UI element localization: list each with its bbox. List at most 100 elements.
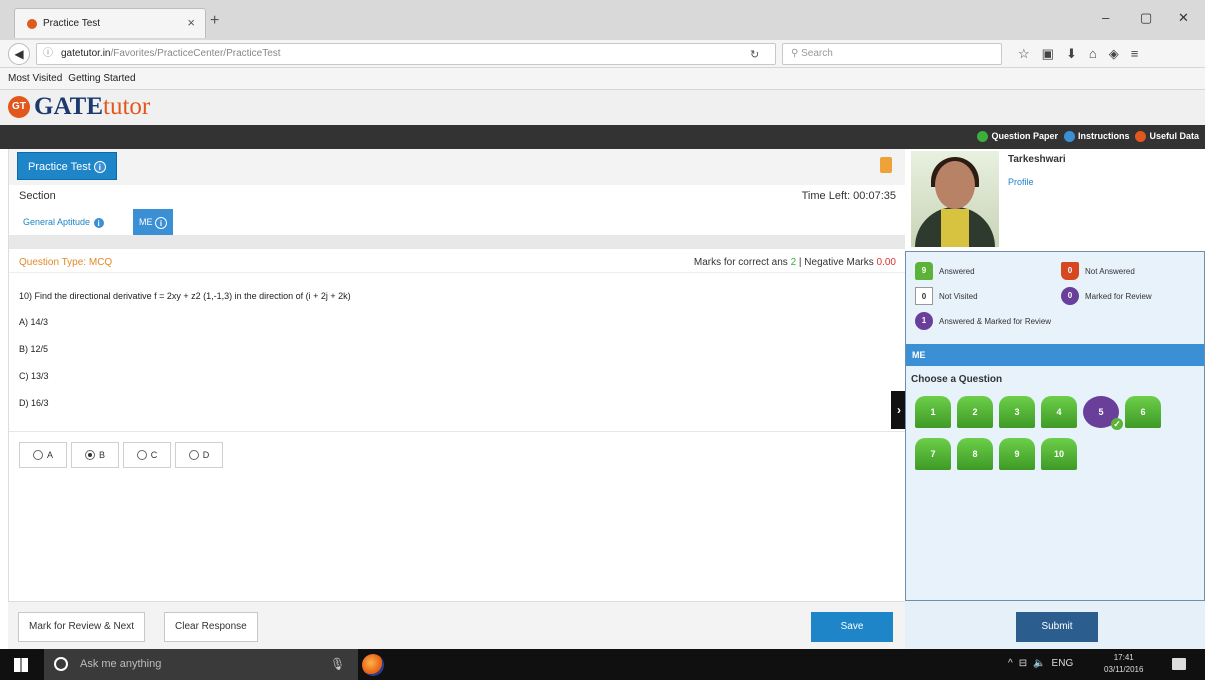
radio-a-icon (32, 450, 43, 460)
clock-time: 17:41 (1113, 653, 1134, 662)
submit-button[interactable]: Submit (1016, 612, 1098, 642)
bookmarks-bar: Most Visited Getting Started (0, 68, 1205, 90)
answered-check-icon: ✓ (1111, 418, 1123, 430)
question-button-6[interactable]: 6 (1125, 396, 1161, 428)
question-paper-link[interactable]: Question Paper (977, 131, 1058, 143)
radio-option-c[interactable]: C (123, 442, 171, 468)
profile-link[interactable]: Profile (1008, 177, 1034, 187)
submit-area: Submit (905, 601, 1205, 649)
avatar-face (935, 161, 975, 209)
taskbar-clock[interactable]: 17:41 03/11/2016 (1104, 652, 1143, 676)
microphone-icon[interactable]: 🎙 (330, 657, 345, 671)
close-window-button[interactable]: ✕ (1178, 10, 1189, 26)
top-links: Question Paper Instructions Useful Data (977, 131, 1199, 143)
url-path: /Favorites/PracticeCenter/PracticeTest (110, 48, 281, 59)
clear-response-button[interactable]: Clear Response (164, 612, 258, 642)
show-hidden-icons-icon[interactable]: ^ (1008, 658, 1013, 669)
me-info-icon[interactable]: i (155, 216, 168, 229)
download-icon[interactable]: ⬇ (1066, 46, 1077, 62)
firefox-taskbar-icon[interactable] (362, 654, 384, 676)
maximize-button[interactable]: ▢ (1140, 10, 1152, 26)
volume-icon[interactable]: 🔈 (1033, 658, 1045, 669)
browser-tab[interactable]: Practice Test × (14, 8, 206, 38)
time-left: Time Left: 00:07:35 (801, 190, 896, 202)
logo-badge: GT (8, 96, 30, 118)
practice-test-info-icon[interactable]: i (93, 161, 106, 174)
back-button[interactable]: ◀ (8, 43, 30, 65)
useful-data-label: Useful Data (1149, 131, 1199, 141)
section-row: Section Time Left: 00:07:35 (9, 185, 906, 209)
question-button-8[interactable]: 8 (957, 438, 993, 470)
getting-started-bookmark[interactable]: Getting Started (68, 73, 135, 84)
practice-test-label: Practice Test (28, 161, 91, 173)
bookmark-star-icon[interactable]: ☆ (1018, 46, 1030, 62)
menu-icon[interactable]: ≡ (1131, 46, 1139, 62)
question-button-4[interactable]: 4 (1041, 396, 1077, 428)
legend-answered-marked-count: 1 (915, 312, 933, 330)
section-divider (9, 235, 906, 249)
candidate-panel: Tarkeshwari Profile 9 Answered 0 Not Ans… (905, 149, 1205, 601)
pocket-icon[interactable]: ◈ (1109, 46, 1119, 62)
question-button-1[interactable]: 1 (915, 396, 951, 428)
reading-list-icon[interactable]: ▣ (1042, 46, 1054, 62)
radio-option-d[interactable]: D (175, 442, 223, 468)
marks-negative: 0.00 (876, 257, 896, 268)
choose-question-label: Choose a Question (911, 374, 1003, 385)
search-placeholder: Search (801, 48, 833, 59)
question-button-9[interactable]: 9 (999, 438, 1035, 470)
legend-not-answered-count: 0 (1061, 262, 1079, 280)
instructions-link[interactable]: Instructions (1063, 131, 1129, 143)
useful-data-link[interactable]: Useful Data (1135, 131, 1199, 143)
tab-me-label: ME (139, 217, 153, 227)
general-aptitude-info-icon[interactable]: i (92, 216, 105, 229)
radio-option-b[interactable]: B (71, 442, 119, 468)
search-input[interactable]: ⚲ Search (782, 43, 1002, 65)
new-tab-button[interactable]: + (210, 12, 219, 30)
option-c: C) 13/3 (19, 371, 49, 381)
close-tab-icon[interactable]: × (187, 15, 195, 30)
legend-answered: 9 Answered (915, 262, 975, 280)
tab-me[interactable]: ME i (133, 209, 174, 235)
radio-option-a[interactable]: A (19, 442, 67, 468)
cortana-search[interactable]: Ask me anything 🎙 (44, 649, 358, 680)
answer-radio-group: A B C D (19, 442, 227, 468)
most-visited-bookmark[interactable]: Most Visited (8, 73, 62, 84)
practice-test-button[interactable]: Practice Test i (17, 152, 117, 180)
site-logo[interactable]: GATEtutor (34, 93, 150, 121)
question-button-10[interactable]: 10 (1041, 438, 1077, 470)
question-palette: 9 Answered 0 Not Answered 0 Not Visited … (905, 251, 1205, 601)
url-host: gatetutor.in (61, 48, 111, 59)
legend-marked-review: 0 Marked for Review (1061, 287, 1152, 305)
network-icon[interactable]: ⊟ (1019, 658, 1027, 669)
options-divider (9, 431, 906, 432)
legend-not-answered: 0 Not Answered (1061, 262, 1135, 280)
home-icon[interactable]: ⌂ (1089, 46, 1097, 62)
windows-taskbar: Ask me anything 🎙 ^ ⊟ 🔈 ENG 17:41 03/11/… (0, 649, 1205, 680)
windows-start-icon[interactable] (14, 658, 28, 672)
legend-answered-marked: 1 Answered & Marked for Review (915, 312, 1055, 330)
tab-title: Practice Test (43, 18, 101, 29)
marks-prefix: Marks for correct ans (693, 257, 788, 268)
clock-date: 03/11/2016 (1104, 665, 1144, 674)
tab-general-aptitude[interactable]: General Aptitude i (17, 209, 111, 235)
minimize-button[interactable]: – (1102, 10, 1109, 25)
language-indicator[interactable]: ENG (1052, 658, 1074, 669)
question-button-5[interactable]: 5 ✓ (1083, 396, 1123, 430)
mark-review-next-button[interactable]: Mark for Review & Next (18, 612, 146, 642)
info-icon: ⓘ (43, 48, 53, 59)
question-button-3[interactable]: 3 (999, 396, 1035, 428)
question-button-5-label: 5 (1098, 407, 1104, 417)
save-button[interactable]: Save (811, 612, 893, 642)
notifications-icon[interactable] (1172, 658, 1186, 670)
reload-icon[interactable]: ↻ (750, 48, 759, 61)
legend-not-visited-label: Not Visited (939, 291, 978, 301)
url-bar[interactable]: ⓘ gatetutor.in/Favorites/PracticeCenter/… (36, 43, 776, 65)
radio-b-label: B (98, 450, 105, 460)
calculator-icon[interactable] (880, 157, 892, 173)
system-tray: ^ ⊟ 🔈 ENG (1008, 658, 1073, 669)
question-button-2[interactable]: 2 (957, 396, 993, 428)
question-text: 10) Find the directional derivative f = … (19, 291, 351, 301)
cortana-icon (54, 657, 68, 671)
question-button-7[interactable]: 7 (915, 438, 951, 470)
useful-data-icon (1135, 131, 1147, 143)
